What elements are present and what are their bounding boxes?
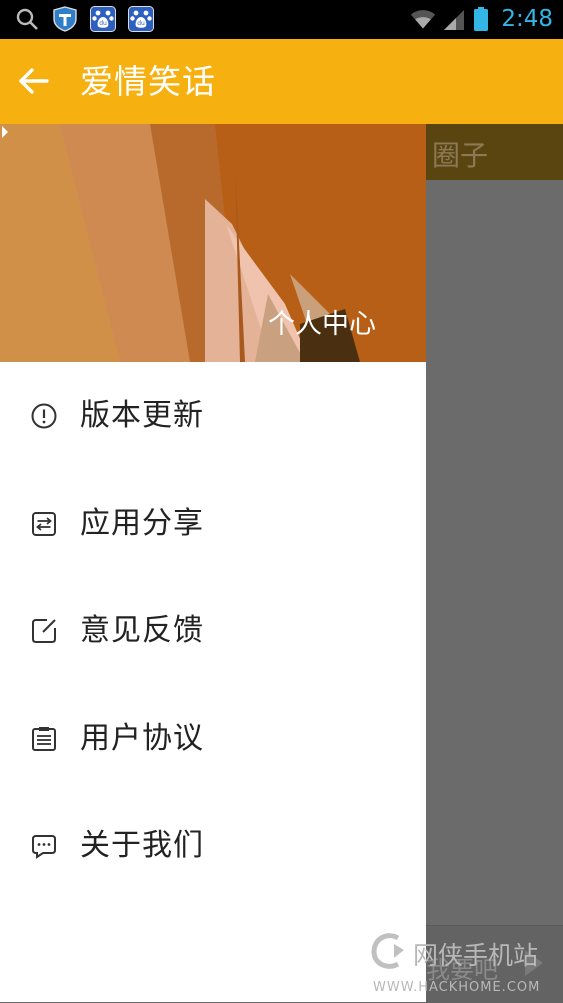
page-title: 爱情笑话	[80, 62, 216, 101]
menu-item-share-app[interactable]: 应用分享	[0, 470, 426, 578]
profile-center-label: 个人中心	[268, 309, 376, 340]
drawer-header: 个人中心	[0, 124, 426, 362]
menu-item-label: 关于我们	[80, 828, 204, 863]
baidu-paw-icon: du	[128, 6, 154, 32]
menu-item-about-us[interactable]: 关于我们	[0, 792, 426, 900]
shield-icon	[53, 6, 77, 32]
menu-item-feedback[interactable]: 意见反馈	[0, 577, 426, 685]
share-icon	[32, 511, 56, 536]
chevron-right-icon	[2, 126, 8, 138]
menu-item-label: 应用分享	[80, 505, 204, 541]
drawer-menu: 版本更新 应用分享 意见反馈 用户协议 关于我们	[0, 362, 426, 900]
baidu-paw-icon: du	[90, 6, 116, 32]
menu-item-label: 版本更新	[80, 398, 204, 433]
edit-icon	[32, 619, 56, 643]
signal-icon	[444, 10, 464, 30]
info-icon	[31, 403, 57, 429]
back-arrow-icon[interactable]	[16, 63, 52, 99]
watermark-text: 网侠手机站	[413, 941, 539, 970]
svg-text:du: du	[137, 20, 145, 27]
menu-item-label: 意见反馈	[80, 613, 204, 648]
app-bar: 爱情笑话	[0, 39, 563, 124]
battery-icon	[474, 7, 488, 31]
profile-center-link[interactable]: 个人中心	[268, 307, 390, 343]
tab-circle[interactable]: 圈子	[432, 134, 488, 174]
watermark-logo-icon	[371, 933, 404, 969]
watermark: 网侠手机站 WWW.HACKHOME.COM	[368, 928, 563, 1002]
menu-item-user-agreement[interactable]: 用户协议	[0, 685, 426, 793]
menu-item-label: 用户协议	[80, 720, 204, 756]
status-bar: du du 2:48	[0, 0, 563, 39]
clock: 2:48	[501, 6, 553, 32]
chat-icon	[32, 835, 56, 859]
watermark-url: WWW.HACKHOME.COM	[373, 980, 541, 995]
search-icon	[16, 8, 38, 30]
svg-text:du: du	[99, 20, 107, 27]
wifi-icon	[410, 10, 436, 29]
menu-item-version-update[interactable]: 版本更新	[0, 362, 426, 470]
navigation-drawer: 个人中心 版本更新 应用分享 意见反馈 用户协议 关于我们	[0, 124, 426, 1002]
background-content	[426, 180, 563, 925]
background-tab-bar: 圈子	[426, 124, 563, 180]
document-icon	[32, 726, 56, 751]
